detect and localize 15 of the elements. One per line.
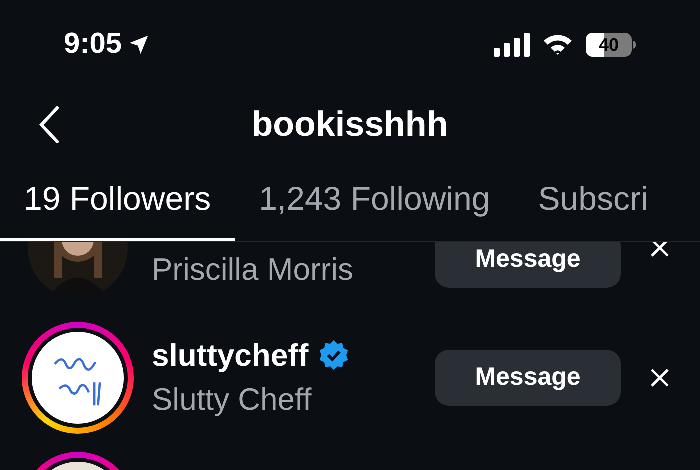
display-name: Priscilla Morris [152,251,354,289]
tab[interactable]: 1,243 Following [235,160,514,241]
location-arrow-icon [128,34,150,56]
back-icon[interactable] [38,106,60,144]
wifi-icon [542,33,574,57]
message-button[interactable]: Message [435,242,621,288]
page-title: bookisshhh [252,104,448,146]
status-time: 9:05 [64,27,122,62]
display-name: Slutty Cheff [152,381,313,419]
signal-icon [494,33,530,57]
message-button[interactable]: Message [435,350,621,406]
tab[interactable]: Subscri [514,160,672,241]
close-icon[interactable] [650,368,670,388]
username[interactable]: sluttycheff [152,334,309,378]
close-icon[interactable] [650,242,670,258]
